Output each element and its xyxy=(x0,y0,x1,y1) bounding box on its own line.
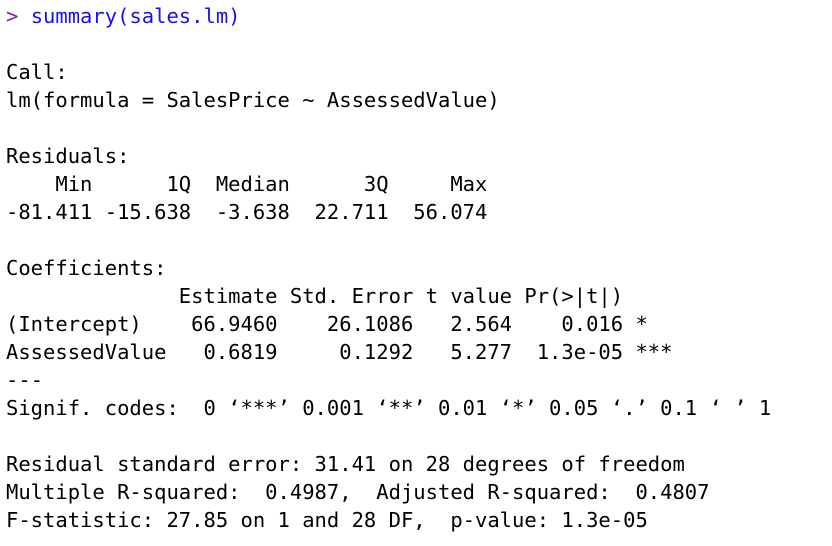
call-header: Call: xyxy=(6,60,68,84)
residuals-header: Residuals: xyxy=(6,144,130,168)
f-statistic-line: F-statistic: 27.85 on 1 and 28 DF, p-val… xyxy=(6,508,648,532)
r-squared-line: Multiple R-squared: 0.4987, Adjusted R-s… xyxy=(6,480,722,504)
residuals-columns: Min 1Q Median 3Q Max xyxy=(6,172,500,196)
coefficient-row-intercept: (Intercept) 66.9460 26.1086 2.564 0.016 … xyxy=(6,312,673,336)
coefficients-header: Coefficients: xyxy=(6,256,167,280)
command-line: > summary(sales.lm) xyxy=(6,2,832,30)
coefficients-columns: Estimate Std. Error t value Pr(>|t|) xyxy=(6,284,673,308)
r-console[interactable]: > summary(sales.lm) Call: lm(formula = S… xyxy=(0,0,832,546)
signif-codes: Signif. codes: 0 ‘***’ 0.001 ‘**’ 0.01 ‘… xyxy=(6,396,772,420)
residual-standard-error: Residual standard error: 31.41 on 28 deg… xyxy=(6,452,685,476)
console-prompt: > xyxy=(6,4,19,28)
command-text: summary(sales.lm) xyxy=(30,4,241,28)
separator-line: --- xyxy=(6,368,44,392)
call-formula: lm(formula = SalesPrice ~ AssessedValue) xyxy=(6,88,500,112)
coefficient-row-assessedvalue: AssessedValue 0.6819 0.1292 5.277 1.3e-0… xyxy=(6,340,673,364)
residuals-values: -81.411 -15.638 -3.638 22.711 56.074 xyxy=(6,200,500,224)
